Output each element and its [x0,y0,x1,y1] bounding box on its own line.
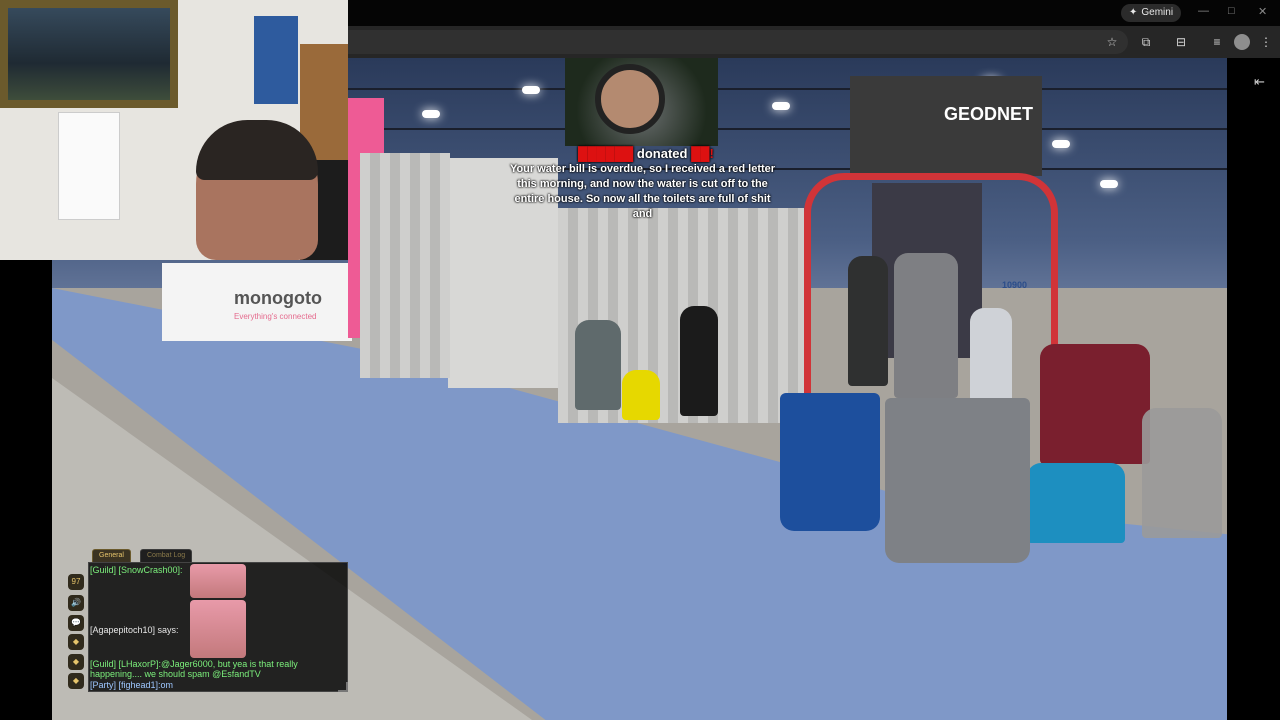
address-bar[interactable] [348,30,1128,54]
recycling-bin-blue [780,393,880,531]
person-seated-table [1040,344,1150,464]
chat-voice-icon[interactable]: 🔊 [68,595,84,611]
wall-calendar [58,112,120,220]
ceiling-light [422,110,440,118]
chat-option-icon[interactable]: ◆ [68,673,84,689]
maximize-button[interactable]: □ [1228,5,1235,17]
tab-search-icon[interactable]: ⊟ [1173,34,1189,50]
side-panel-collapse-icon[interactable]: ⇤ [1254,74,1265,90]
monogoto-logo: monogoto [234,288,322,308]
chat-option-icon[interactable]: ◆ [68,634,84,650]
donation-alert-image [565,58,718,146]
tab-general[interactable]: General [92,549,131,563]
menu-icon[interactable]: ⋮ [1258,34,1274,50]
donor-name-redacted: ██████ [578,146,634,161]
minimize-button[interactable]: — [1198,5,1209,17]
person-seated [575,320,621,410]
donation-message: Your water bill is overdue, so I receive… [509,163,776,220]
ceiling-light [522,86,540,94]
person-standing [848,256,888,386]
yellow-bag [622,370,660,420]
chair [1142,408,1222,538]
star-icon[interactable]: ☆ [1104,34,1120,50]
person-seated [680,306,718,416]
chat-message: [Party] [fighead1]:om [90,680,174,690]
geodnet-logo: GEODNET [944,104,1034,124]
chat-option-icon[interactable]: ◆ [68,654,84,670]
chat-emote-image [190,600,246,658]
trash-bin-grey [885,398,1030,563]
gemini-icon: ✦ [1129,7,1138,18]
ceiling-light [772,102,790,110]
amount-redacted: ██! [691,146,714,161]
person-standing [970,308,1012,408]
geodnet-hanging-sign [850,76,1042,176]
alert-avatar [595,64,665,134]
profile-icon[interactable] [1234,34,1250,50]
close-window-button[interactable]: ✕ [1258,5,1267,18]
chat-message: [Guild] [LHaxorP]:@Jager6000, but yea is… [90,659,298,669]
painting-canvas [8,8,170,100]
gemini-button[interactable]: ✦ Gemini [1121,4,1182,22]
chat-bubble-icon[interactable]: 💬 [68,615,84,631]
wall-poster [254,16,298,104]
person-standing [894,253,958,398]
extensions-icon[interactable]: ⧉ [1138,34,1154,50]
ceiling-light [1052,140,1070,148]
ceiling-light [1100,180,1118,188]
gemini-label: Gemini [1141,7,1174,18]
chat-message: happening.... we should spam @EsfandTV [90,669,261,679]
chat-emote-image [190,564,246,598]
webcam-overlay [0,0,348,260]
monogoto-tagline: Everything's connected [234,312,317,321]
donated-label: donated [636,146,688,161]
chat-message: [Guild] [SnowCrash00]: [90,565,183,575]
chat-message: [Agapepitoch10] says: [90,625,179,635]
teal-bag [1027,463,1125,543]
browser-toolbar: ☆ ⧉ ⊟ ≡ ⋮ [348,26,1280,58]
booth-curtain [360,153,450,378]
booth-number: 10900 [1002,280,1028,290]
chat-channel-icon[interactable]: 97 [68,574,84,590]
media-icon[interactable]: ≡ [1209,34,1225,50]
chat-resize-handle[interactable] [338,682,348,692]
donation-alert-title: ██████ donated ██! [578,146,714,161]
wall-painting [0,0,178,108]
tab-combat-log[interactable]: Combat Log [140,549,193,563]
